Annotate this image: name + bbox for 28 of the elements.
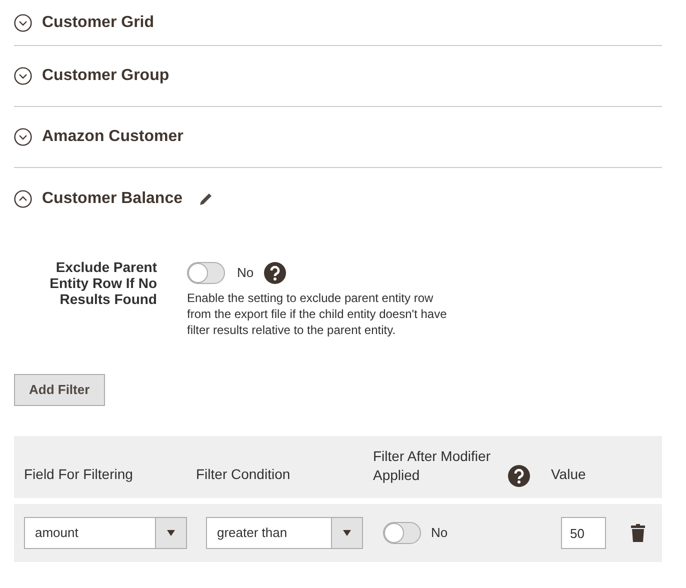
setting-label: Exclude Parent Entity Row If No Results Found (48, 259, 157, 309)
condition-select[interactable]: greater than (206, 517, 363, 549)
pencil-icon[interactable] (198, 192, 212, 206)
value-input[interactable]: 50 (561, 517, 606, 549)
field-select[interactable]: amount (24, 517, 187, 549)
toggle-label: No (431, 524, 448, 542)
expand-icon[interactable] (14, 128, 32, 146)
collapse-icon[interactable] (14, 190, 32, 208)
toggle-label: No (237, 264, 254, 282)
expand-icon[interactable] (14, 67, 32, 85)
section-title[interactable]: Customer Balance (42, 186, 182, 210)
section-title[interactable]: Customer Group (42, 64, 170, 88)
help-icon[interactable] (264, 262, 286, 284)
column-header: Filter After Modifier Applied (373, 447, 492, 485)
column-header: Field For Filtering (24, 465, 133, 484)
add-filter-button[interactable]: Add Filter (14, 374, 105, 406)
caret-icon (342, 530, 352, 536)
column-header: Value (551, 465, 586, 484)
section-title[interactable]: Amazon Customer (42, 125, 184, 149)
toggle-switch[interactable] (187, 262, 225, 284)
expand-icon[interactable] (14, 14, 32, 32)
caret-icon (166, 530, 176, 536)
section-title[interactable]: Customer Grid (42, 10, 154, 34)
toggle-switch[interactable] (383, 522, 421, 544)
help-icon[interactable] (508, 465, 530, 487)
trash-icon[interactable] (631, 524, 645, 542)
column-header: Filter Condition (196, 465, 290, 484)
help-text: Enable the setting to exclude parent entity row from the export file if the child entity doesn't have filter results relative to the parent entity. (187, 290, 448, 338)
